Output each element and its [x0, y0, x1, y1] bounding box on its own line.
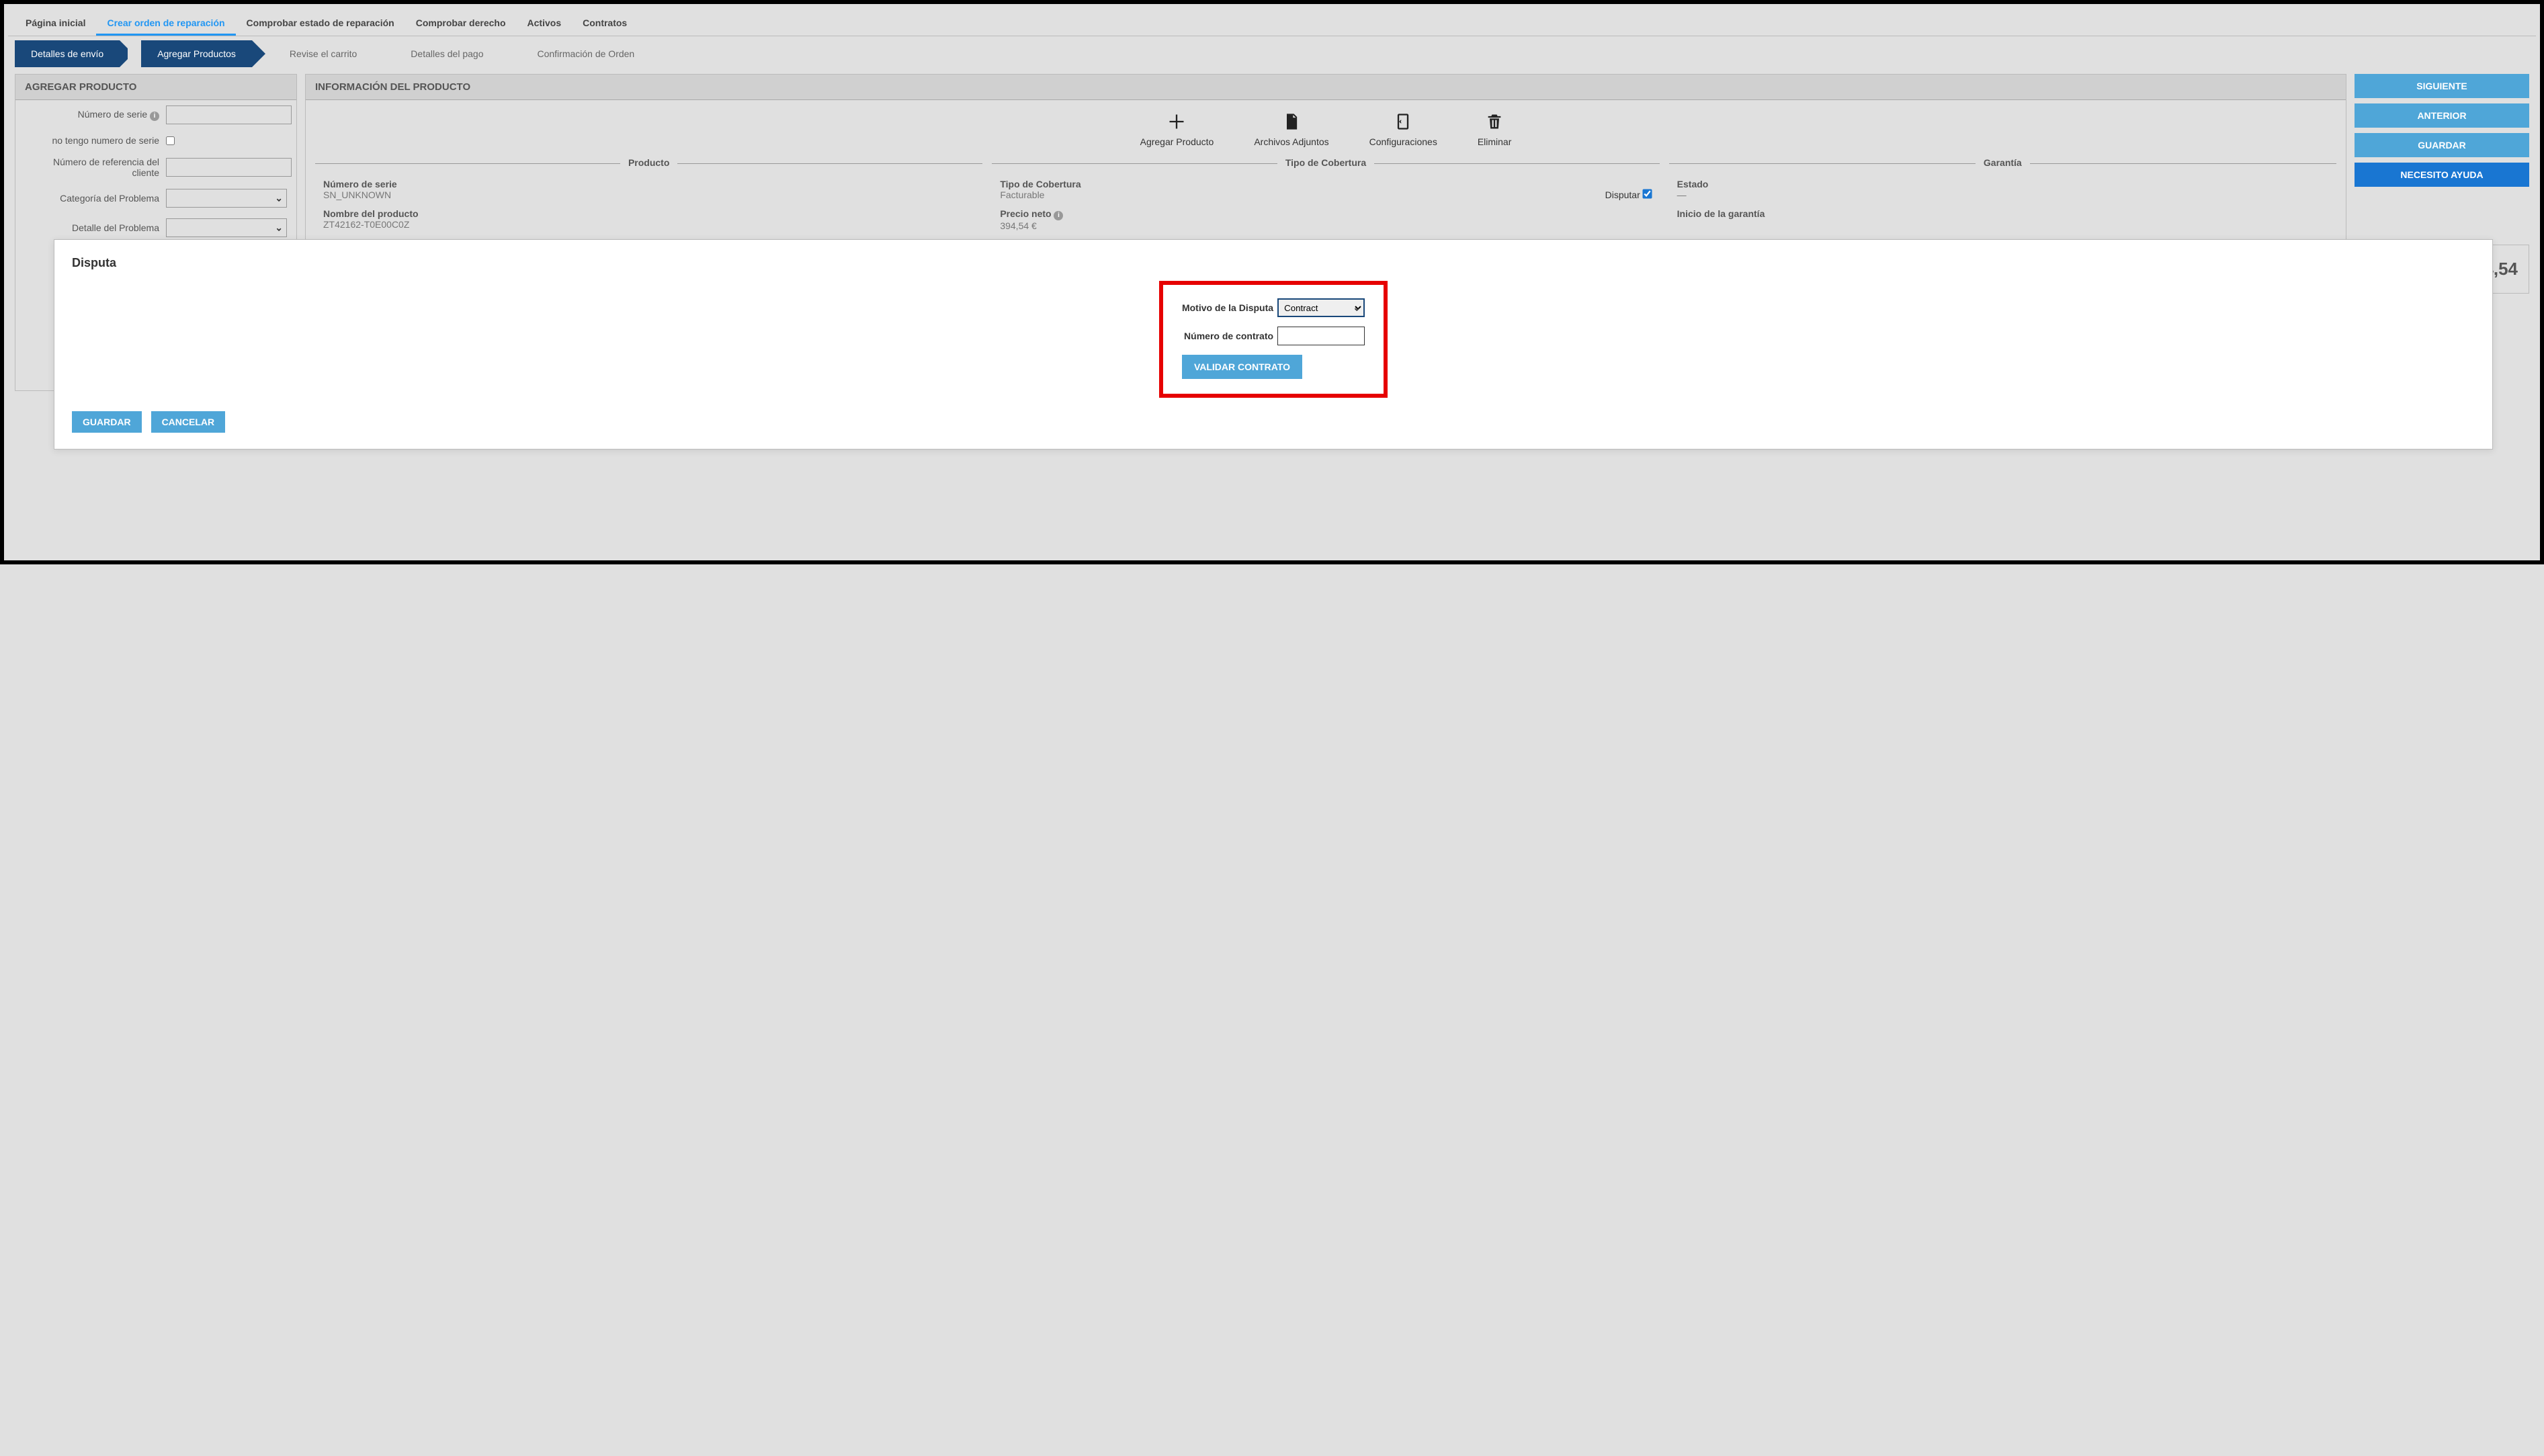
label-no-tengo-serie: no tengo numero de serie	[25, 135, 159, 146]
file-icon	[1282, 112, 1301, 131]
label-nombre-producto: Nombre del producto	[323, 208, 974, 219]
tab-crear-orden[interactable]: Crear orden de reparación	[96, 12, 235, 36]
toolbar-configuraciones[interactable]: Configuraciones	[1369, 112, 1437, 147]
label-numero-serie: Número de serie i	[25, 109, 159, 121]
gear-phone-icon	[1394, 112, 1412, 131]
toolbar-agregar-producto[interactable]: Agregar Producto	[1140, 112, 1214, 147]
button-validar-contrato[interactable]: VALIDAR CONTRATO	[1182, 355, 1302, 379]
button-siguiente[interactable]: SIGUIENTE	[2355, 74, 2529, 98]
info-icon: i	[150, 112, 159, 121]
value-estado-garantia: —	[1677, 189, 2328, 200]
input-ref-cliente[interactable]	[166, 158, 292, 177]
value-nombre-producto: ZT42162-T0E00C0Z	[323, 219, 974, 230]
toolbar-label: Configuraciones	[1369, 136, 1437, 147]
label-inicio-garantia: Inicio de la garantía	[1677, 208, 2328, 219]
tab-comprobar-derecho[interactable]: Comprobar derecho	[405, 12, 517, 36]
tab-contratos[interactable]: Contratos	[572, 12, 638, 36]
value-precio-neto: 394,54 €	[1000, 220, 1651, 231]
step-detalles-pago[interactable]: Detalles del pago	[394, 40, 499, 67]
top-tabs: Página inicial Crear orden de reparación…	[8, 8, 2536, 36]
disputa-modal: Disputa Motivo de la Disputa Contract ⌄ …	[54, 239, 2493, 449]
input-numero-serie[interactable]	[166, 105, 292, 124]
label-tipo-cobertura: Tipo de Cobertura	[1000, 179, 1651, 189]
button-necesito-ayuda[interactable]: NECESITO AYUDA	[2355, 163, 2529, 187]
label-precio-neto: Precio neto i	[1000, 208, 1651, 220]
trash-icon	[1485, 112, 1504, 131]
label-estado-garantia: Estado	[1677, 179, 2328, 189]
label-ref-cliente: Número de referencia del cliente	[25, 157, 159, 178]
select-categoria-problema[interactable]	[166, 189, 287, 208]
value-tipo-cobertura: Facturable	[1000, 189, 1044, 200]
button-modal-guardar[interactable]: GUARDAR	[72, 411, 142, 433]
plus-icon	[1167, 112, 1186, 131]
tab-comprobar-estado[interactable]: Comprobar estado de reparación	[236, 12, 405, 36]
toolbar-eliminar[interactable]: Eliminar	[1478, 112, 1512, 147]
toolbar-label: Agregar Producto	[1140, 136, 1214, 147]
toolbar-label: Eliminar	[1478, 136, 1512, 147]
select-detalle-problema[interactable]	[166, 218, 287, 237]
center-panel-header: INFORMACIÓN DEL PRODUCTO	[306, 75, 2346, 100]
input-numero-contrato[interactable]	[1277, 327, 1365, 345]
toolbar-archivos-adjuntos[interactable]: Archivos Adjuntos	[1254, 112, 1328, 147]
tab-pagina-inicial[interactable]: Página inicial	[15, 12, 96, 36]
button-anterior[interactable]: ANTERIOR	[2355, 103, 2529, 128]
fieldset-producto-title: Producto	[620, 157, 677, 168]
label-detalle-problema: Detalle del Problema	[25, 222, 159, 233]
fieldset-cobertura-title: Tipo de Cobertura	[1277, 157, 1374, 168]
fieldset-garantia-title: Garantía	[1976, 157, 2030, 168]
select-motivo-disputa[interactable]: Contract	[1277, 298, 1365, 317]
button-guardar[interactable]: GUARDAR	[2355, 133, 2529, 157]
toolbar-label: Archivos Adjuntos	[1254, 136, 1328, 147]
modal-title: Disputa	[72, 256, 2475, 270]
label-numero-contrato: Número de contrato	[1184, 331, 1273, 341]
info-icon: i	[1054, 211, 1063, 220]
label-categoria-problema: Categoría del Problema	[25, 193, 159, 204]
label-num-serie: Número de serie	[323, 179, 974, 189]
workflow-steps: Detalles de envío Agregar Productos Revi…	[15, 40, 2529, 67]
step-detalles-envio[interactable]: Detalles de envío	[15, 40, 120, 67]
value-num-serie: SN_UNKNOWN	[323, 189, 974, 200]
product-toolbar: Agregar Producto Archivos Adjuntos Confi…	[306, 100, 2346, 163]
disputa-highlight-box: Motivo de la Disputa Contract ⌄ Número d…	[1159, 281, 1388, 398]
label-motivo-disputa: Motivo de la Disputa	[1182, 302, 1273, 313]
checkbox-disputar[interactable]	[1642, 189, 1652, 198]
step-confirmacion-orden[interactable]: Confirmación de Orden	[521, 40, 650, 67]
left-panel-header: AGREGAR PRODUCTO	[15, 75, 296, 100]
step-agregar-productos[interactable]: Agregar Productos	[141, 40, 252, 67]
tab-activos[interactable]: Activos	[517, 12, 573, 36]
step-revise-carrito[interactable]: Revise el carrito	[273, 40, 373, 67]
label-disputar: Disputar	[1605, 189, 1640, 200]
button-modal-cancelar[interactable]: CANCELAR	[151, 411, 226, 433]
checkbox-no-tengo-serie[interactable]	[166, 136, 175, 145]
